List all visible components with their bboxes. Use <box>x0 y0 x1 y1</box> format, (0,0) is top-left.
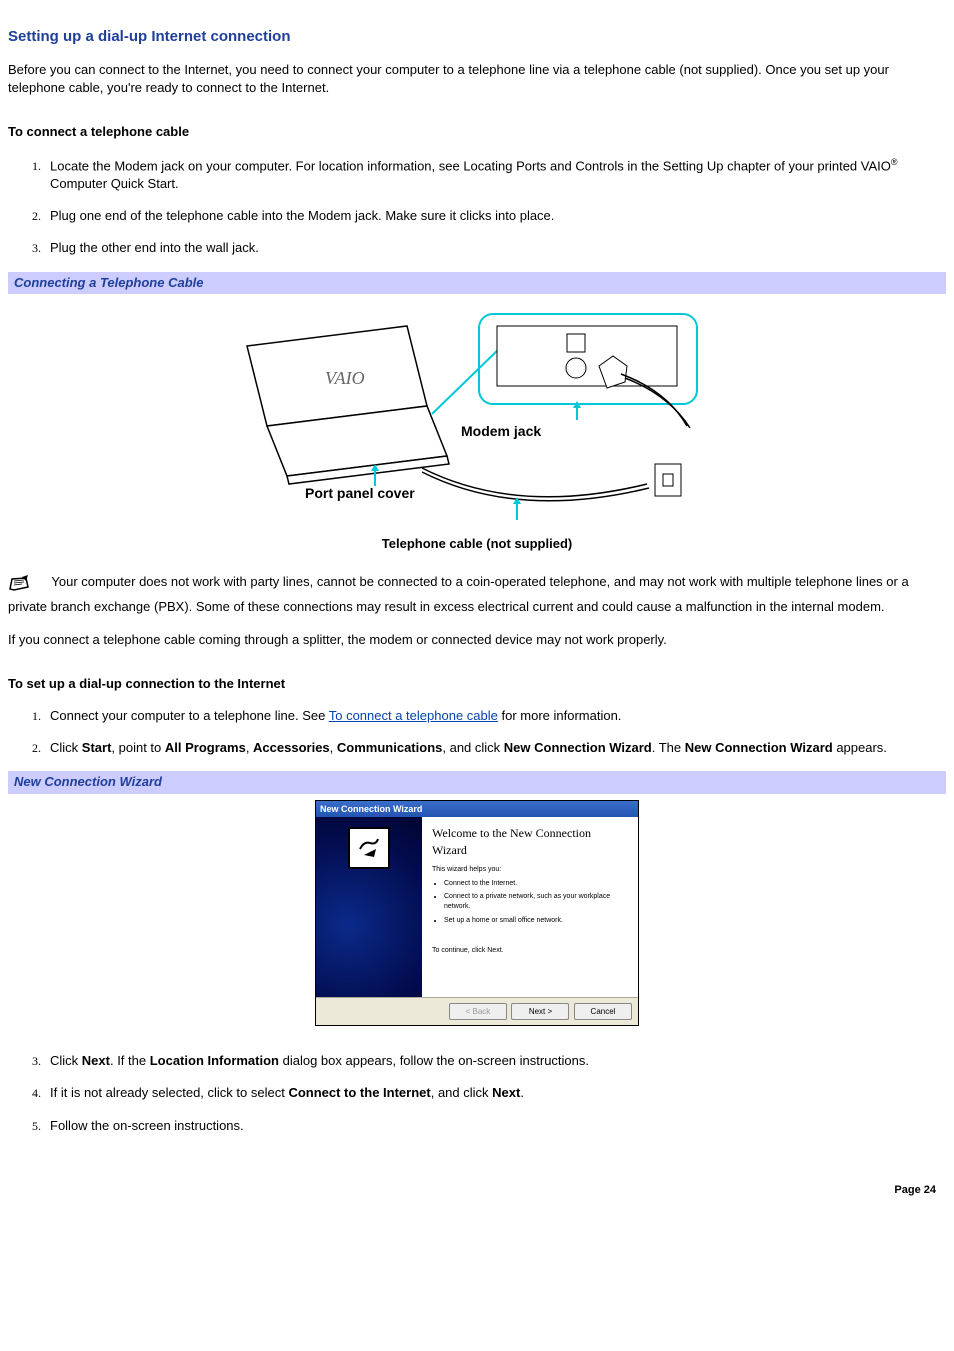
wizard-bullet-2: Connect to a private network, such as yo… <box>444 892 628 912</box>
step2-3: Click Next. If the Location Information … <box>44 1052 946 1070</box>
wizard-screenshot: New Connection Wizard Welcome to the New… <box>315 800 639 1027</box>
step-1-text-a: Locate the Modem jack on your computer. … <box>50 158 891 173</box>
wizard-continue: To continue, click Next. <box>432 946 628 956</box>
figure-1: VAIO Port panel cover Modem jack <box>8 296 946 553</box>
step2-1: Connect your computer to a telephone lin… <box>44 707 946 725</box>
t: Click <box>50 740 82 755</box>
t: , <box>246 740 253 755</box>
step-1-text-b: Computer Quick Start. <box>50 176 179 191</box>
b-start: Start <box>82 740 112 755</box>
b-new-connection-wizard: New Connection Wizard <box>504 740 652 755</box>
intro-paragraph: Before you can connect to the Internet, … <box>8 61 946 97</box>
step2-5: Follow the on-screen instructions. <box>44 1117 946 1135</box>
b-communications: Communications <box>337 740 442 755</box>
t: , and click <box>431 1085 492 1100</box>
t: dialog box appears, follow the on-screen… <box>279 1053 589 1068</box>
t: Click <box>50 1053 82 1068</box>
label-modem-jack: Modem jack <box>461 423 541 439</box>
wizard-sidebar <box>316 817 422 997</box>
section-1-title: To connect a telephone cable <box>8 123 946 141</box>
step2-4: If it is not already selected, click to … <box>44 1084 946 1102</box>
step-1: Locate the Modem jack on your computer. … <box>44 156 946 194</box>
b-next-2: Next <box>492 1085 520 1100</box>
t: . The <box>652 740 685 755</box>
section-2-title: To set up a dial-up connection to the In… <box>8 675 946 693</box>
b-allprograms: All Programs <box>165 740 246 755</box>
t: . If the <box>110 1053 150 1068</box>
wizard-bullet-3: Set up a home or small office network. <box>444 916 628 926</box>
t: . <box>520 1085 524 1100</box>
b-connect-internet: Connect to the Internet <box>288 1085 430 1100</box>
figure-1-caption: Telephone cable (not supplied) <box>217 535 737 553</box>
registered-mark: ® <box>891 157 898 167</box>
step-3: Plug the other end into the wall jack. <box>44 239 946 257</box>
b-next: Next <box>82 1053 110 1068</box>
note-1-text: Your computer does not work with party l… <box>8 574 909 614</box>
label-port-panel: Port panel cover <box>305 485 415 501</box>
wizard-side-icon <box>348 827 390 869</box>
t: , point to <box>111 740 164 755</box>
wizard-back-button: < Back <box>449 1003 507 1020</box>
steps-list-2b: Click Next. If the Location Information … <box>8 1052 946 1135</box>
page-number: Page 24 <box>8 1183 946 1198</box>
step-2: Plug one end of the telephone cable into… <box>44 207 946 225</box>
step2-2: Click Start, point to All Programs, Acce… <box>44 739 946 757</box>
note-paragraph-2: If you connect a telephone cable coming … <box>8 631 946 649</box>
wizard-titlebar: New Connection Wizard <box>316 801 638 818</box>
figure-band-1: Connecting a Telephone Cable <box>8 272 946 294</box>
wizard-helps: This wizard helps you: <box>432 865 628 875</box>
laptop-brand-text: VAIO <box>325 368 365 388</box>
wizard-next-button: Next > <box>511 1003 569 1020</box>
telephone-cable-diagram: VAIO Port panel cover Modem jack <box>217 296 737 526</box>
step2-1a: Connect your computer to a telephone lin… <box>50 708 329 723</box>
steps-list-1: Locate the Modem jack on your computer. … <box>8 156 946 258</box>
note-icon <box>8 575 30 598</box>
b-new-connection-wizard-2: New Connection Wizard <box>685 740 833 755</box>
wizard-footer: < Back Next > Cancel <box>316 997 638 1025</box>
note-paragraph-1: Your computer does not work with party l… <box>8 573 946 616</box>
link-connect-cable[interactable]: To connect a telephone cable <box>329 708 498 723</box>
page-title: Setting up a dial-up Internet connection <box>8 26 946 47</box>
steps-list-2: Connect your computer to a telephone lin… <box>8 707 946 757</box>
step2-1b: for more information. <box>498 708 622 723</box>
figure-band-2: New Connection Wizard <box>8 771 946 793</box>
b-accessories: Accessories <box>253 740 330 755</box>
t: appears. <box>833 740 887 755</box>
wizard-welcome: Welcome to the New Connection Wizard <box>432 825 628 859</box>
t: If it is not already selected, click to … <box>50 1085 288 1100</box>
wizard-main: Welcome to the New Connection Wizard Thi… <box>422 817 638 997</box>
t: , and click <box>442 740 503 755</box>
t: , <box>330 740 337 755</box>
b-location-info: Location Information <box>150 1053 279 1068</box>
wizard-cancel-button: Cancel <box>574 1003 632 1020</box>
wizard-bullet-1: Connect to the Internet. <box>444 879 628 889</box>
